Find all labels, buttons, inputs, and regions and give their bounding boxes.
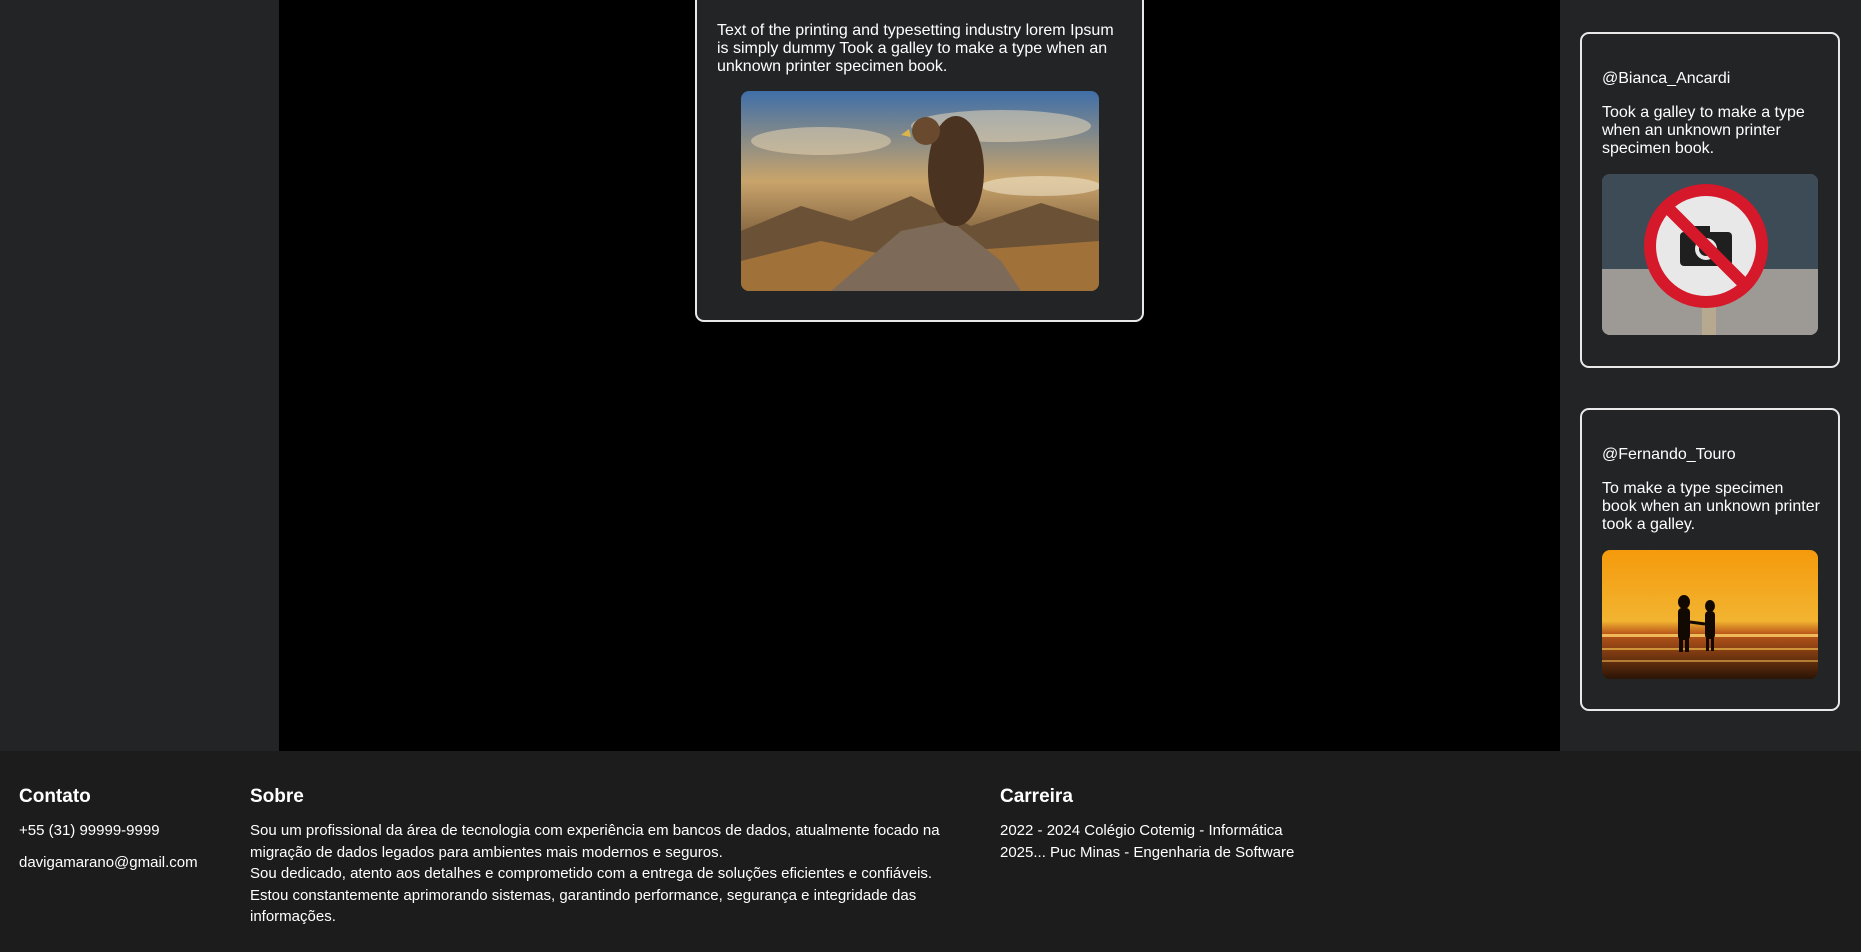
sobre-line: Estou constantemente aprimorando sistema… [250,886,917,926]
footer-carreira: Carreira 2022 - 2024 Colégio Cotemig - I… [1000,786,1420,863]
left-sidebar [0,0,279,751]
carreira-item: 2025... Puc Minas - Engenharia de Softwa… [1000,843,1295,861]
eagle-image[interactable] [741,91,1099,291]
footer: Contato +55 (31) 99999-9999 davigamarano… [0,751,1861,952]
footer-sobre: Sobre Sou um profissional da área de tec… [250,786,970,928]
post-text: Text of the printing and typesetting ind… [717,22,1114,75]
contato-title: Contato [19,786,91,807]
sobre-line: Sou dedicado, atento aos detalhes e comp… [250,865,933,882]
footer-contato: Contato +55 (31) 99999-9999 davigamarano… [19,786,198,873]
carreira-item: 2022 - 2024 Colégio Cotemig - Informátic… [1000,822,1283,839]
eagle-photo-icon [741,91,1099,291]
sunset-photo-icon [1602,550,1818,679]
sunset-couple-image[interactable] [1602,550,1818,679]
no-photography-image[interactable] [1602,174,1818,335]
post-card: Text of the printing and typesetting ind… [695,0,1144,322]
sobre-title: Sobre [250,786,304,807]
suggestion-text: Took a galley to make a type when an unk… [1602,104,1805,157]
no-camera-sign-icon [1602,174,1818,335]
carreira-title: Carreira [1000,786,1073,807]
user-handle[interactable]: @Bianca_Ancardi [1602,70,1730,88]
suggestion-card-bianca: @Bianca_Ancardi Took a galley to make a … [1580,32,1840,368]
contato-phone: +55 (31) 99999-9999 [19,822,160,839]
suggestion-card-fernando: @Fernando_Touro To make a type specimen … [1580,408,1840,711]
suggestion-text: To make a type specimen book when an unk… [1602,480,1820,533]
contato-email[interactable]: davigamarano@gmail.com [19,852,198,874]
user-handle[interactable]: @Fernando_Touro [1602,446,1736,464]
sobre-line: Sou um profissional da área de tecnologi… [250,822,940,861]
